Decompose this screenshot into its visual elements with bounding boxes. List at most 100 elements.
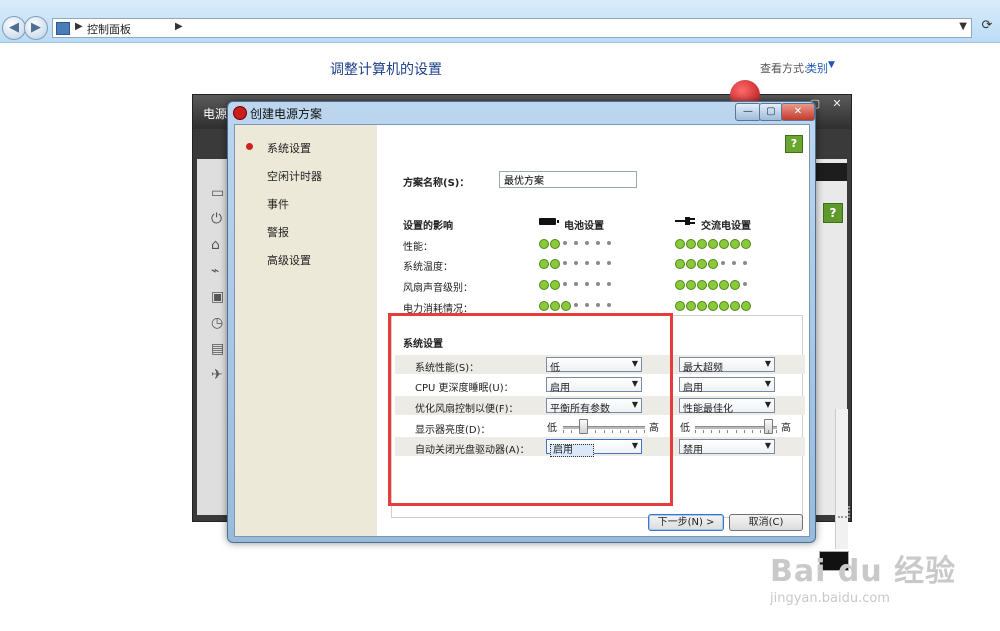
slider-tick [579, 430, 580, 433]
meter-slot [730, 301, 740, 311]
slider-track [563, 426, 645, 429]
meter-dot-filled [539, 301, 549, 311]
battery-fan-control-select[interactable]: 平衡所有参数 ▼ [546, 398, 642, 415]
setting-label: 优化风扇控制以便(F)： [415, 404, 519, 415]
slider-tick [703, 430, 704, 433]
slider-tick [571, 430, 572, 433]
chevron-down-icon[interactable]: ▼ [828, 60, 835, 70]
airplane-icon[interactable]: ✈ [211, 367, 227, 383]
meter-slot [550, 301, 560, 311]
slider-tick [604, 430, 605, 433]
meter-dot-empty [585, 303, 589, 307]
chevron-right-icon[interactable]: ▶ [175, 21, 183, 32]
meter-dot-filled [697, 301, 707, 311]
meter-dot-filled [561, 301, 571, 311]
meter-dot-empty [743, 261, 747, 265]
refresh-icon[interactable]: ⟳ [976, 18, 998, 38]
slider-tick [563, 430, 564, 433]
baidu-watermark: Bai du 经验 [770, 554, 957, 589]
close-icon[interactable]: ✕ [827, 97, 847, 111]
meter-slot [594, 280, 604, 290]
breadcrumb-control-panel[interactable]: 控制面板 [87, 21, 131, 37]
meter-slot [572, 301, 582, 311]
signal-icon[interactable]: ⌁ [211, 263, 227, 279]
help-icon[interactable]: ? [785, 135, 803, 153]
ac-cpu-deep-sleep-select[interactable]: 启用 ▼ [679, 377, 775, 394]
settings-row: 自动关闭光盘驱动器(A)： 启用 ▼ 禁用 ▼ [395, 437, 805, 457]
power-icon[interactable]: ⏻ [211, 211, 227, 227]
meter-dot-filled [708, 239, 718, 249]
control-panel-icon [56, 22, 70, 35]
address-bar: ◀ ▶ ▶ 控制面板 ▶ ▼ ⟳ [0, 0, 1000, 43]
slider-tick [711, 430, 712, 433]
meter-dot-filled [539, 239, 549, 249]
meter-dot-empty [574, 303, 578, 307]
meter-slot [605, 239, 615, 249]
meter-slot [686, 280, 696, 290]
meter-slot [697, 301, 707, 311]
battery-system-performance-select[interactable]: 低 ▼ [546, 357, 642, 374]
next-button[interactable]: 下一步(N) > [648, 514, 724, 531]
meter-dot-filled [675, 280, 685, 290]
meter-slot [539, 239, 549, 249]
slider-tick [768, 430, 769, 433]
impact-label: 风扇声音级别： [403, 283, 473, 294]
meter-slot [561, 301, 571, 311]
maximize-button[interactable]: ▢ [759, 103, 783, 121]
ac-settings-header: 交流电设置 [701, 221, 751, 232]
meter-dot-empty [596, 241, 600, 245]
meter-slot [594, 239, 604, 249]
sidebar-item-idle-timer[interactable]: 空闲计时器 [267, 168, 322, 184]
meter-slot [719, 280, 729, 290]
select-value: 低 [550, 363, 560, 374]
view-by-dropdown[interactable]: 类别 [806, 60, 828, 76]
help-icon[interactable]: ? [823, 203, 843, 223]
meter-dot-filled [550, 239, 560, 249]
slider-tick [595, 430, 596, 433]
monitor-icon[interactable]: ▣ [211, 289, 227, 305]
sidebar-item-advanced[interactable]: 高级设置 [267, 252, 311, 268]
minimize-button[interactable]: — [735, 103, 761, 121]
plan-name-input[interactable] [499, 171, 637, 188]
close-button[interactable]: ✕ [781, 103, 815, 121]
back-button[interactable]: ◀ [2, 16, 26, 40]
film-icon[interactable]: ▤ [211, 341, 227, 357]
meter-dot-empty [596, 282, 600, 286]
document-icon[interactable]: ▭ [211, 185, 227, 201]
meter-slot [594, 259, 604, 269]
meter-slot [583, 280, 593, 290]
meter-dot-empty [585, 241, 589, 245]
battery-settings-header: 电池设置 [564, 221, 604, 232]
chevron-down-icon[interactable]: ▼ [959, 21, 967, 32]
meter-dot-filled [686, 301, 696, 311]
sidebar-item-events[interactable]: 事件 [267, 196, 289, 212]
slider-tick [587, 430, 588, 433]
chevron-down-icon: ▼ [631, 400, 638, 409]
sidebar-item-alerts[interactable]: 警报 [267, 224, 289, 240]
scrollbar[interactable] [835, 409, 848, 549]
meter-dot-empty [563, 282, 567, 286]
sidebar-item-system-settings[interactable]: 系统设置 [267, 140, 311, 156]
meter-dot-empty [574, 261, 578, 265]
select-value: 最大超频 [683, 363, 723, 374]
meter-slot [708, 301, 718, 311]
forward-button[interactable]: ▶ [24, 16, 48, 40]
chevron-down-icon: ▼ [631, 441, 638, 450]
meter-dot-empty [563, 261, 567, 265]
ac-system-performance-select[interactable]: 最大超频 ▼ [679, 357, 775, 374]
slider-min-label: 低 [547, 423, 557, 434]
battery-cpu-deep-sleep-select[interactable]: 启用 ▼ [546, 377, 642, 394]
ac-fan-control-select[interactable]: 性能最佳化 ▼ [679, 398, 775, 415]
address-input[interactable]: ▶ 控制面板 ▶ ▼ [52, 18, 972, 38]
ac-brightness-slider[interactable] [695, 419, 777, 434]
meter-slot [741, 259, 751, 269]
meter-slot [741, 301, 751, 311]
resize-grip-icon[interactable] [838, 506, 850, 518]
home-icon[interactable]: ⌂ [211, 237, 227, 253]
cancel-button[interactable]: 取消(C) [729, 514, 803, 531]
battery-brightness-slider[interactable] [563, 419, 645, 434]
slider-tick [752, 430, 753, 433]
battery-auto-disc-off-select[interactable]: 启用 ▼ [546, 439, 642, 457]
ac-auto-disc-off-select[interactable]: 禁用 ▼ [679, 439, 775, 456]
clock-icon[interactable]: ◷ [211, 315, 227, 331]
